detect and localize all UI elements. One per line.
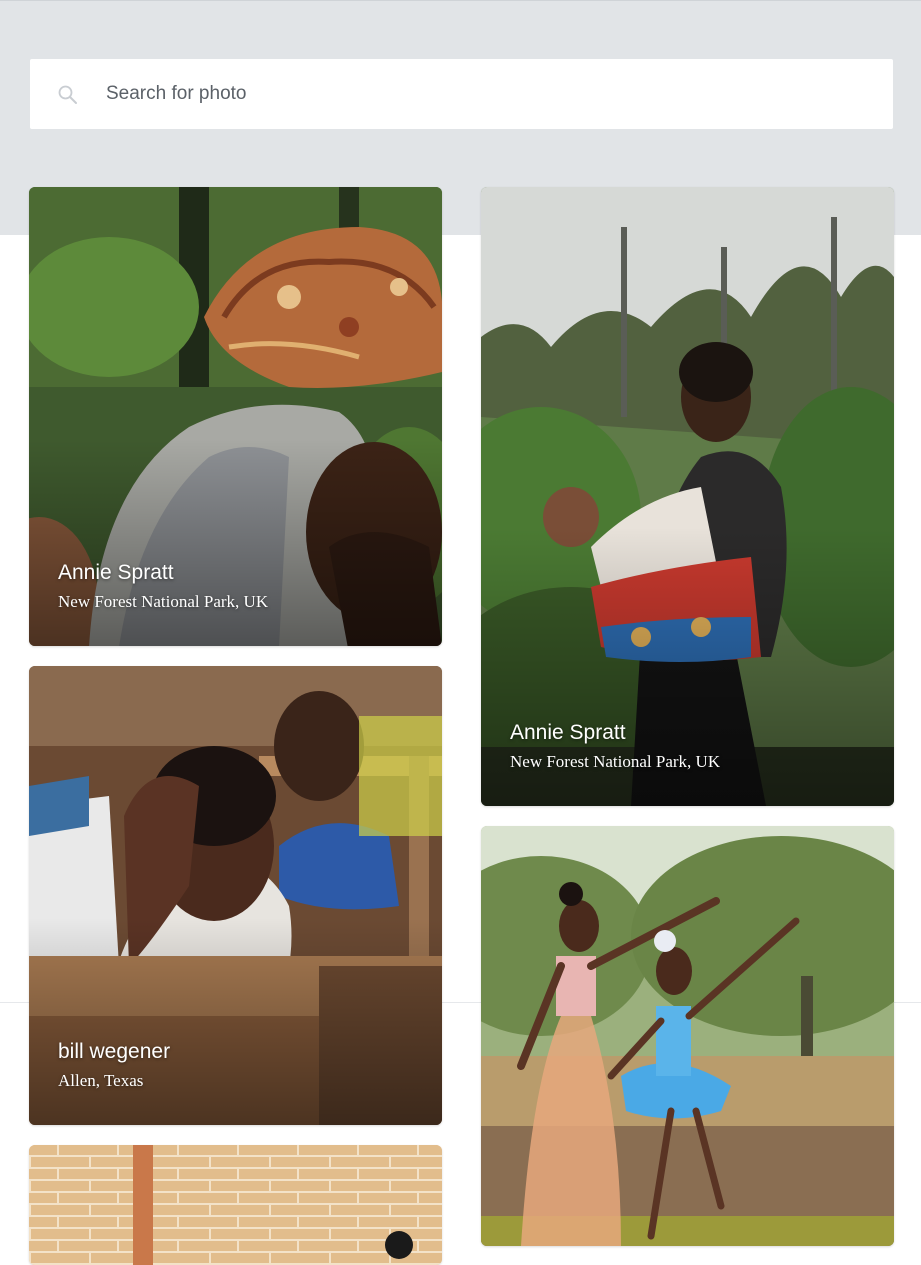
photo-image [29, 1145, 442, 1265]
photo-caption: Annie Spratt New Forest National Park, U… [58, 560, 268, 614]
photo-image [481, 826, 894, 1246]
photo-card[interactable]: Annie Spratt New Forest National Park, U… [481, 187, 894, 806]
photo-location: New Forest National Park, UK [58, 592, 269, 611]
caption-overlay [29, 918, 442, 1125]
photo-caption: Annie Spratt New Forest National Park, U… [510, 720, 720, 774]
search-icon [56, 83, 80, 107]
photo-author[interactable]: Annie Spratt [510, 720, 720, 746]
photo-card[interactable] [29, 1145, 442, 1265]
photo-author[interactable]: Annie Spratt [58, 560, 268, 586]
photo-card[interactable] [481, 826, 894, 1246]
photo-location: Allen, Texas [58, 1071, 144, 1090]
photo-caption: bill wegener Allen, Texas [58, 1039, 170, 1093]
photo-card[interactable]: bill wegener Allen, Texas [29, 666, 442, 1125]
search-input[interactable] [106, 76, 866, 112]
caption-overlay [29, 439, 442, 646]
photo-location: New Forest National Park, UK [510, 752, 721, 771]
photo-card[interactable]: Annie Spratt New Forest National Park, U… [29, 187, 442, 646]
photo-author[interactable]: bill wegener [58, 1039, 170, 1065]
